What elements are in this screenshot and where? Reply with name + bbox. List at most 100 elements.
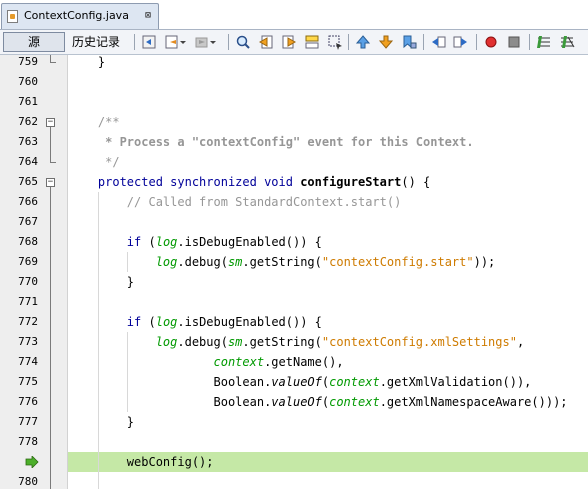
line-number: 765 bbox=[18, 175, 38, 188]
line-number: 766 bbox=[18, 195, 38, 208]
comment-icon[interactable] bbox=[535, 33, 553, 51]
line-number: 774 bbox=[18, 355, 38, 368]
code-line[interactable]: Boolean.valueOf(context.getXmlNamespaceA… bbox=[69, 392, 568, 412]
code-token: .getName(), bbox=[264, 355, 344, 369]
code-line[interactable]: Boolean.valueOf(context.getXmlValidation… bbox=[69, 372, 531, 392]
code-token: Boolean. bbox=[69, 395, 272, 409]
line-number: 763 bbox=[18, 135, 38, 148]
next-bookmark-icon[interactable] bbox=[377, 33, 395, 51]
code-token: /** bbox=[69, 115, 120, 129]
code-token: configureStart bbox=[300, 175, 402, 189]
find-previous-icon[interactable] bbox=[257, 33, 275, 51]
fold-range-line bbox=[50, 187, 51, 489]
code-line[interactable]: protected synchronized void configureSta… bbox=[69, 172, 430, 192]
line-number: 760 bbox=[18, 75, 38, 88]
code-token: */ bbox=[69, 155, 120, 169]
tab-contextconfig-java[interactable]: ContextConfig.java ⊠ bbox=[1, 3, 159, 29]
line-number: 762 bbox=[18, 115, 38, 128]
toolbar-separator bbox=[529, 34, 530, 50]
line-number: 773 bbox=[18, 335, 38, 348]
find-next-icon[interactable] bbox=[280, 33, 298, 51]
shift-right-icon[interactable] bbox=[452, 33, 470, 51]
code-line[interactable]: // Called from StandardContext.start() bbox=[69, 192, 402, 212]
indent-guide bbox=[127, 252, 128, 272]
line-number: 769 bbox=[18, 255, 38, 268]
code-token: } bbox=[69, 415, 135, 429]
code-token: log bbox=[69, 255, 178, 269]
code-token: sm bbox=[227, 255, 243, 269]
find-selection-icon[interactable] bbox=[326, 33, 344, 51]
back-to-last-edit-icon[interactable] bbox=[140, 33, 158, 51]
code-token: .getXmlNamespaceAware())); bbox=[379, 395, 568, 409]
uncomment-icon[interactable] bbox=[558, 33, 576, 51]
code-line[interactable]: } bbox=[69, 412, 134, 432]
code-line[interactable]: * Process a "contextConfig" event for th… bbox=[69, 132, 474, 152]
forward-history-dropdown-icon[interactable] bbox=[208, 33, 218, 51]
code-token: "contextConfig.xmlSettings" bbox=[321, 335, 517, 349]
code-token: valueOf bbox=[271, 375, 322, 389]
find-icon[interactable] bbox=[234, 33, 252, 51]
code-token: () { bbox=[401, 175, 431, 189]
line-number: 764 bbox=[18, 155, 38, 168]
code-line[interactable]: */ bbox=[69, 152, 120, 172]
code-token: .debug( bbox=[177, 255, 228, 269]
toolbar-separator bbox=[228, 34, 229, 50]
close-tab-icon[interactable]: ⊠ bbox=[145, 10, 151, 21]
code-line[interactable]: log.debug(sm.getString("contextConfig.xm… bbox=[69, 332, 525, 352]
code-token: valueOf bbox=[271, 395, 322, 409]
toggle-highlight-icon[interactable] bbox=[303, 33, 321, 51]
stop-macro-icon[interactable] bbox=[505, 33, 523, 51]
code-line[interactable]: } bbox=[69, 272, 134, 292]
code-token: .getString( bbox=[242, 335, 322, 349]
line-number: 777 bbox=[18, 415, 38, 428]
tab-title: ContextConfig.java bbox=[24, 9, 129, 22]
line-number: 767 bbox=[18, 215, 38, 228]
fold-collapse-icon[interactable]: − bbox=[46, 118, 55, 127]
source-view-button[interactable]: 源 bbox=[3, 32, 65, 52]
line-number: 776 bbox=[18, 395, 38, 408]
code-line[interactable]: /** bbox=[69, 112, 120, 132]
line-number: 768 bbox=[18, 235, 38, 248]
code-token: if bbox=[69, 235, 149, 249]
code-token: context bbox=[329, 395, 380, 409]
code-token: .getString( bbox=[242, 255, 322, 269]
line-number: 771 bbox=[18, 295, 38, 308]
java-file-icon bbox=[7, 10, 18, 23]
line-number: 770 bbox=[18, 275, 38, 288]
history-view-button[interactable]: 历史记录 bbox=[72, 32, 128, 52]
fold-range-line bbox=[50, 127, 51, 162]
indent-guide bbox=[127, 332, 128, 412]
code-line[interactable]: context.getName(), bbox=[69, 352, 344, 372]
toolbar-separator bbox=[348, 34, 349, 50]
line-number: 761 bbox=[18, 95, 38, 108]
code-token: } bbox=[69, 275, 135, 289]
line-number: 778 bbox=[18, 435, 38, 448]
toggle-bookmark-icon[interactable] bbox=[400, 33, 418, 51]
editor-tab-bar: ContextConfig.java ⊠ bbox=[0, 0, 588, 30]
code-token: * Process a "contextConfig" event for th… bbox=[69, 135, 474, 149]
toolbar-separator bbox=[423, 34, 424, 50]
shift-left-icon[interactable] bbox=[429, 33, 447, 51]
code-line[interactable]: } bbox=[69, 55, 105, 72]
code-token: context bbox=[329, 375, 380, 389]
code-token: protected synchronized void bbox=[69, 175, 301, 189]
code-token: log bbox=[69, 335, 178, 349]
editor-toolbar: 源 历史记录 bbox=[0, 30, 588, 55]
code-token: if bbox=[69, 315, 149, 329]
back-history-dropdown-icon[interactable] bbox=[178, 33, 188, 51]
code-token: webConfig(); bbox=[69, 455, 214, 469]
code-line[interactable]: log.debug(sm.getString("contextConfig.st… bbox=[69, 252, 496, 272]
previous-bookmark-icon[interactable] bbox=[354, 33, 372, 51]
code-token: )); bbox=[473, 255, 496, 269]
code-token: ( bbox=[148, 235, 156, 249]
code-token: Boolean. bbox=[69, 375, 272, 389]
code-token: // Called from StandardContext.start() bbox=[69, 195, 402, 209]
code-line[interactable]: webConfig(); bbox=[69, 452, 214, 472]
code-line[interactable]: if (log.isDebugEnabled()) { bbox=[69, 232, 322, 252]
code-line[interactable]: if (log.isDebugEnabled()) { bbox=[69, 312, 322, 332]
start-macro-icon[interactable] bbox=[482, 33, 500, 51]
code-token: .debug( bbox=[177, 335, 228, 349]
fold-collapse-icon[interactable]: − bbox=[46, 178, 55, 187]
code-editor[interactable]: 759 } 760 761 762 /** 763 * Process a "conte… bbox=[0, 55, 588, 489]
line-number: 772 bbox=[18, 315, 38, 328]
